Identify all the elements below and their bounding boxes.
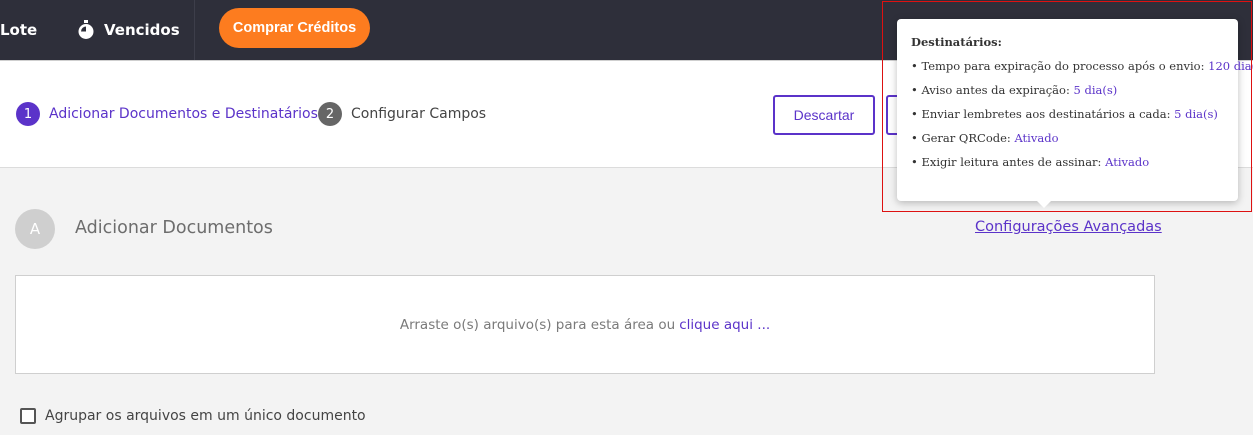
step-configure-fields[interactable]: 2 Configurar Campos [318,102,486,126]
group-files-checkbox[interactable] [20,408,36,424]
step-label: Adicionar Documentos e Destinatários [49,106,318,122]
nav-divider [194,0,195,60]
stopwatch-icon [78,20,94,39]
tooltip-line-text: • Aviso antes da expiração: [911,83,1070,97]
nav-lote-label: Lote [0,21,38,39]
section-title: Adicionar Documentos [75,218,273,238]
nav-vencidos-label: Vencidos [104,21,180,39]
dropzone-click-link[interactable]: clique aqui ... [679,317,770,333]
tooltip-line-reminders: • Enviar lembretes aos destinatários a c… [911,107,1224,121]
tooltip-arrow [1036,200,1052,208]
group-files-label: Agrupar os arquivos em um único document… [45,408,366,424]
tooltip-line-text: • Enviar lembretes aos destinatários a c… [911,107,1171,121]
tooltip-line-value: Ativado [1105,155,1150,169]
tooltip-line-expiration: • Tempo para expiração do processo após … [911,59,1253,73]
discard-button[interactable]: Descartar [773,95,875,135]
tooltip-line-value: 5 dia(s) [1073,83,1118,97]
dropzone-text: Arraste o(s) arquivo(s) para esta área o… [399,316,676,333]
tooltip-line-qrcode: • Gerar QRCode: Ativado [911,131,1224,145]
tooltip-title: Destinatários: [911,35,1002,49]
section-badge: A [15,209,55,249]
tooltip-line-value: 5 dia(s) [1174,107,1218,121]
tooltip-line-text: • Gerar QRCode: [911,131,1011,145]
step-number: 2 [318,102,342,126]
tooltip-line-text: • Exigir leitura antes de assinar: [911,155,1102,169]
group-files-option[interactable]: Agrupar os arquivos em um único document… [20,408,366,424]
buy-credits-button[interactable]: Comprar Créditos [219,8,370,48]
nav-lote[interactable]: Lote [0,0,37,60]
tooltip-line-value: Ativado [1014,131,1059,145]
step-add-documents[interactable]: 1 Adicionar Documentos e Destinatários [16,102,318,126]
recipients-tooltip: Destinatários: • Tempo para expiração do… [897,19,1253,201]
nav-vencidos[interactable]: Vencidos [76,0,180,60]
tooltip-line-read-before-sign: • Exigir leitura antes de assinar: Ativa… [911,155,1224,169]
step-label: Configurar Campos [351,106,487,122]
advanced-settings-link[interactable]: Configurações Avançadas [975,219,1162,235]
step-number: 1 [16,102,40,126]
tooltip-line-warning: • Aviso antes da expiração: 5 dia(s) [911,83,1224,97]
file-dropzone[interactable]: Arraste o(s) arquivo(s) para esta área o… [15,275,1155,374]
tooltip-line-value: 120 dia(s) [1208,59,1253,73]
tooltip-line-text: • Tempo para expiração do processo após … [911,59,1205,73]
